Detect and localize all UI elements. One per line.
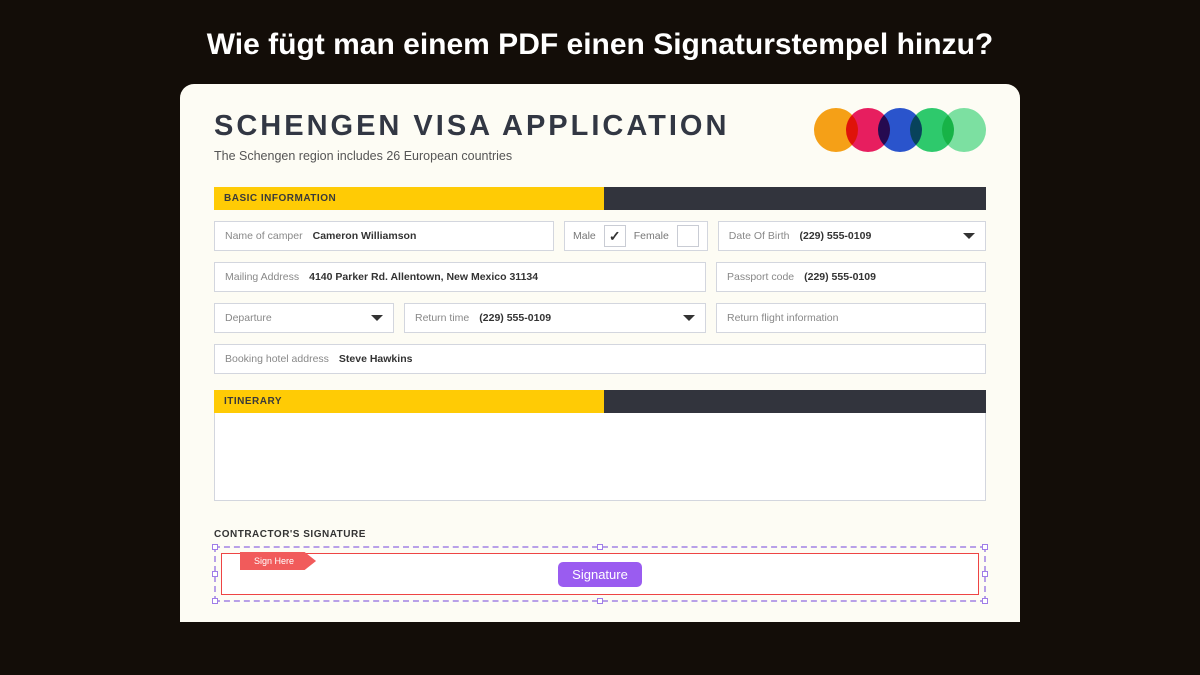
resize-handle[interactable] [982,544,988,550]
section-basic-info: BASIC INFORMATION [214,187,986,210]
passport-field[interactable]: Passport code (229) 555-0109 [716,262,986,292]
doc-subtitle: The Schengen region includes 26 European… [214,149,729,163]
resize-handle[interactable] [212,598,218,604]
resize-handle[interactable] [212,571,218,577]
pdf-document: SCHENGEN VISA APPLICATION The Schengen r… [180,84,1020,622]
dob-field[interactable]: Date Of Birth (229) 555-0109 [718,221,986,251]
resize-handle[interactable] [597,544,603,550]
chevron-down-icon [963,233,975,239]
return-flight-field[interactable]: Return flight information [716,303,986,333]
section-itinerary: ITINERARY [214,390,986,413]
resize-handle[interactable] [982,571,988,577]
departure-field[interactable]: Departure [214,303,394,333]
signature-input[interactable]: Sign Here Signature [221,553,979,595]
sign-here-tag: Sign Here [240,552,316,570]
male-checkbox[interactable]: ✓ [604,225,626,247]
page-title: Wie fügt man einem PDF einen Signaturste… [0,0,1200,84]
return-time-field[interactable]: Return time (229) 555-0109 [404,303,706,333]
mailing-address-field[interactable]: Mailing Address 4140 Parker Rd. Allentow… [214,262,706,292]
gender-field: Male ✓ Female [564,221,708,251]
resize-handle[interactable] [212,544,218,550]
resize-handle[interactable] [982,598,988,604]
doc-title: SCHENGEN VISA APPLICATION [214,110,729,143]
name-field[interactable]: Name of camper Cameron Williamson [214,221,554,251]
signature-section-label: CONTRACTOR'S SIGNATURE [214,529,986,540]
check-icon: ✓ [609,228,621,245]
signature-button[interactable]: Signature [558,562,642,587]
signature-selection-area[interactable]: Sign Here Signature [214,546,986,602]
resize-handle[interactable] [597,598,603,604]
logo-circles [814,108,986,152]
chevron-down-icon [683,315,695,321]
itinerary-box[interactable] [214,413,986,501]
booking-field[interactable]: Booking hotel address Steve Hawkins [214,344,986,374]
female-checkbox[interactable] [677,225,699,247]
chevron-down-icon [371,315,383,321]
